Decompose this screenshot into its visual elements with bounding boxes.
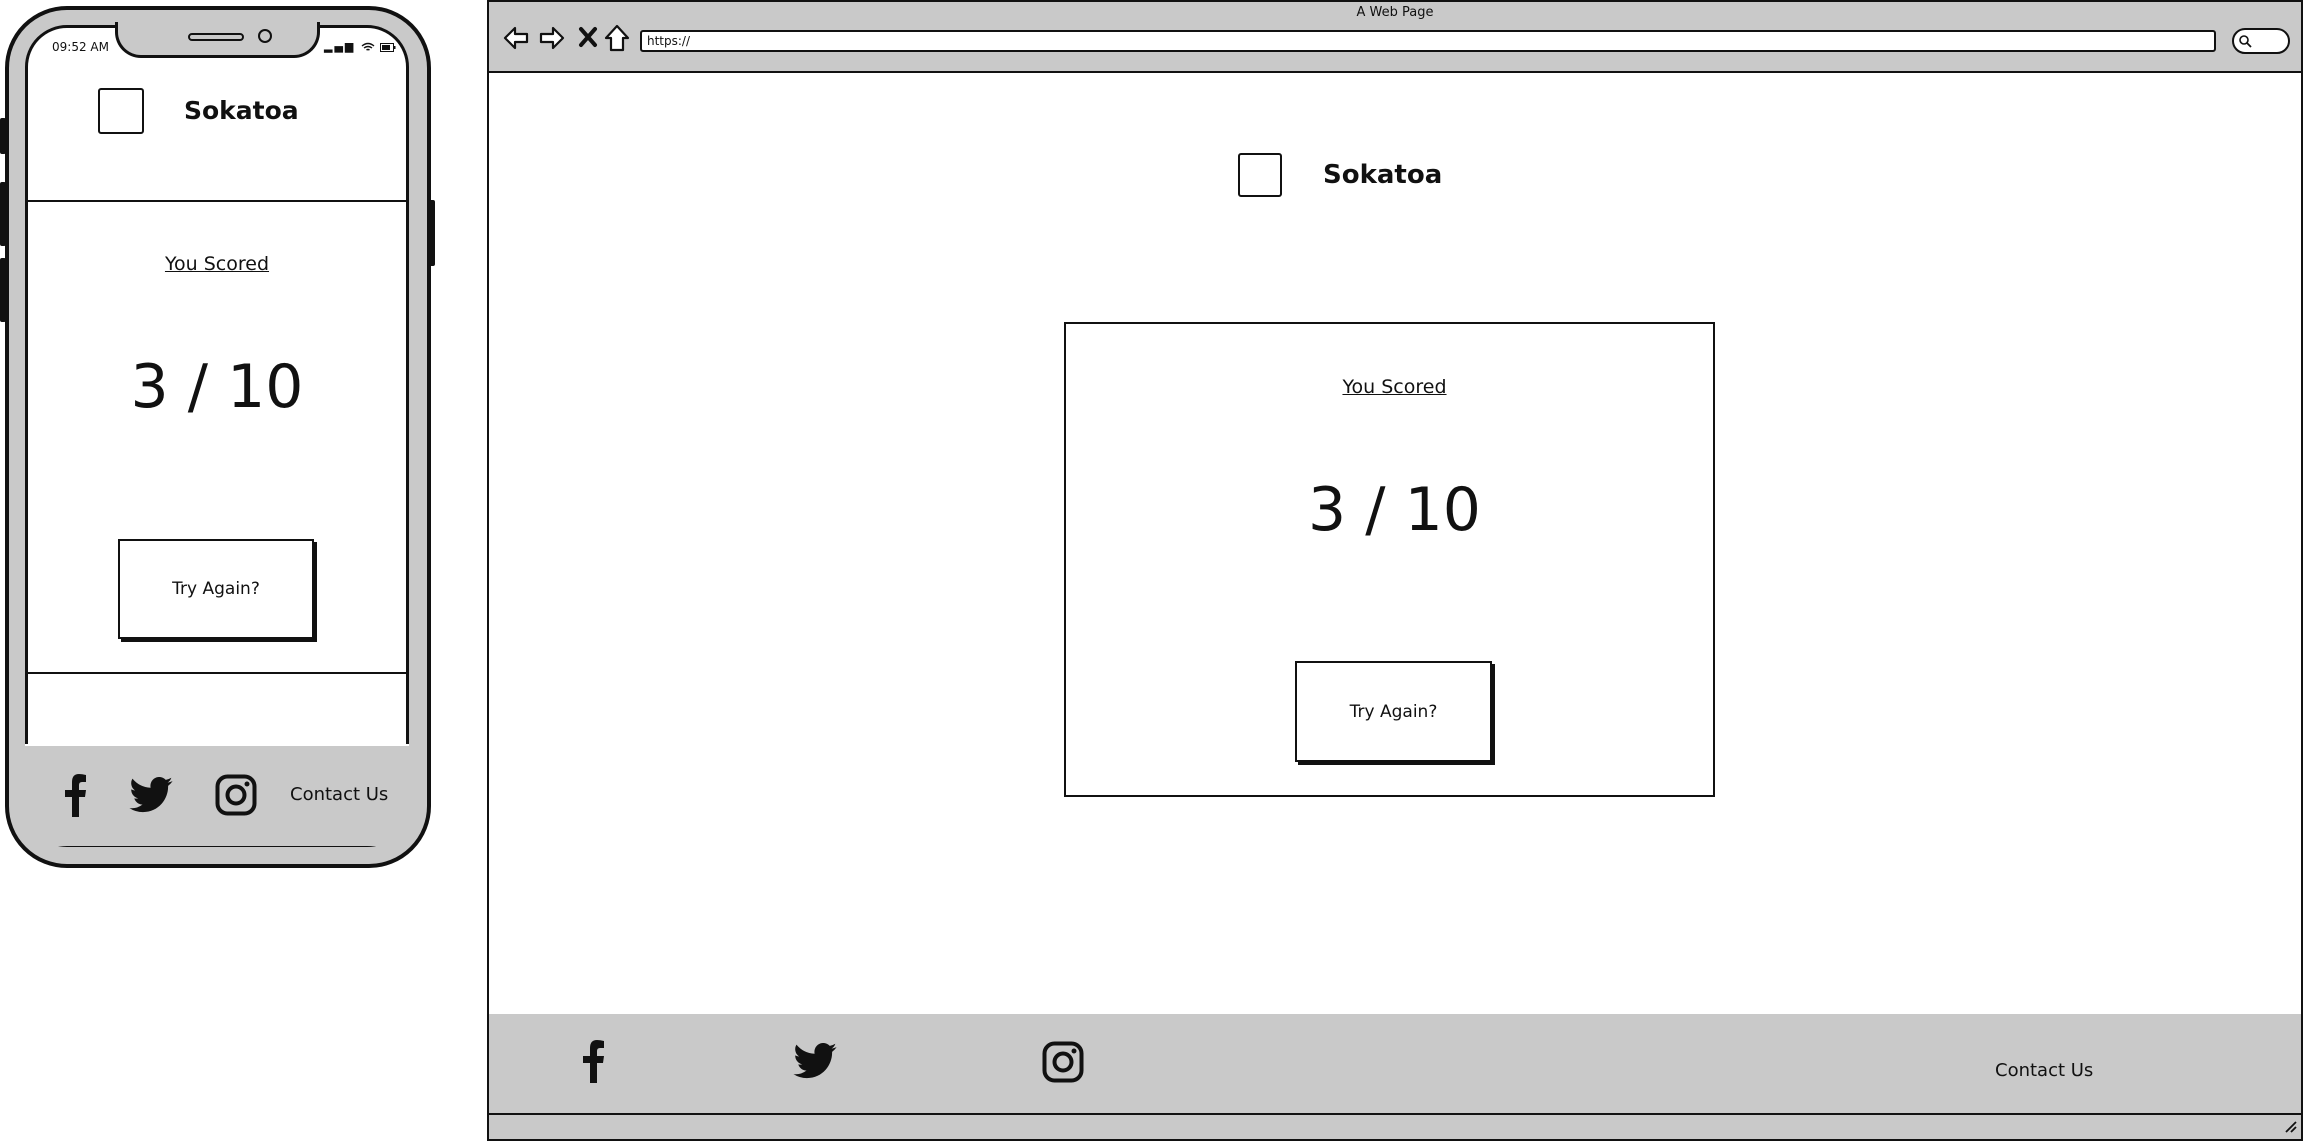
score-value: 3 / 10 [1308, 475, 1481, 545]
header-divider [25, 200, 409, 202]
signal-icon: ▂▄▆ [324, 40, 356, 53]
resize-grip-icon[interactable] [2282, 1118, 2298, 1134]
stop-icon[interactable] [578, 26, 598, 48]
battery-icon [380, 42, 396, 52]
phone-speaker [188, 33, 244, 41]
phone-screen [25, 25, 409, 847]
browser-status-bar [489, 1113, 2301, 1139]
site-logo[interactable] [98, 88, 144, 134]
browser-window-title: A Web Page [1356, 5, 1434, 20]
site-title: Sokatoa [1323, 160, 1443, 190]
site-logo[interactable] [1238, 153, 1282, 197]
status-time: 09:52 AM [52, 40, 109, 54]
content-bottom-divider [25, 672, 409, 674]
you-scored-label: You Scored [1342, 376, 1447, 398]
contact-us-link[interactable]: Contact Us [290, 784, 388, 805]
try-again-button[interactable]: Try Again? [1295, 661, 1492, 762]
phone-volume-down-button [0, 258, 6, 322]
status-icons: ▂▄▆ [324, 40, 396, 53]
instagram-icon[interactable] [213, 772, 259, 818]
score-value: 3 / 10 [130, 352, 304, 422]
you-scored-label: You Scored [164, 253, 270, 275]
try-again-button[interactable]: Try Again? [118, 539, 314, 639]
home-icon[interactable] [604, 24, 630, 52]
back-arrow-icon[interactable] [502, 24, 530, 52]
twitter-icon[interactable] [128, 772, 174, 818]
facebook-icon[interactable] [578, 1036, 608, 1086]
instagram-icon[interactable] [1041, 1040, 1085, 1084]
browser-search-field[interactable] [2232, 28, 2290, 54]
site-title: Sokatoa [184, 96, 299, 125]
phone-volume-up-button [0, 182, 6, 246]
phone-power-button [429, 200, 435, 266]
contact-us-link[interactable]: Contact Us [1995, 1060, 2093, 1081]
wifi-icon [361, 42, 375, 51]
gap-border-right [407, 672, 409, 746]
phone-camera [258, 29, 272, 43]
search-icon [2239, 35, 2252, 48]
url-input[interactable]: https:// [640, 30, 2216, 52]
forward-arrow-icon[interactable] [538, 24, 566, 52]
facebook-icon[interactable] [58, 770, 92, 820]
gap-border-left [25, 672, 27, 746]
twitter-icon[interactable] [792, 1040, 838, 1082]
phone-mute-button [0, 118, 6, 154]
